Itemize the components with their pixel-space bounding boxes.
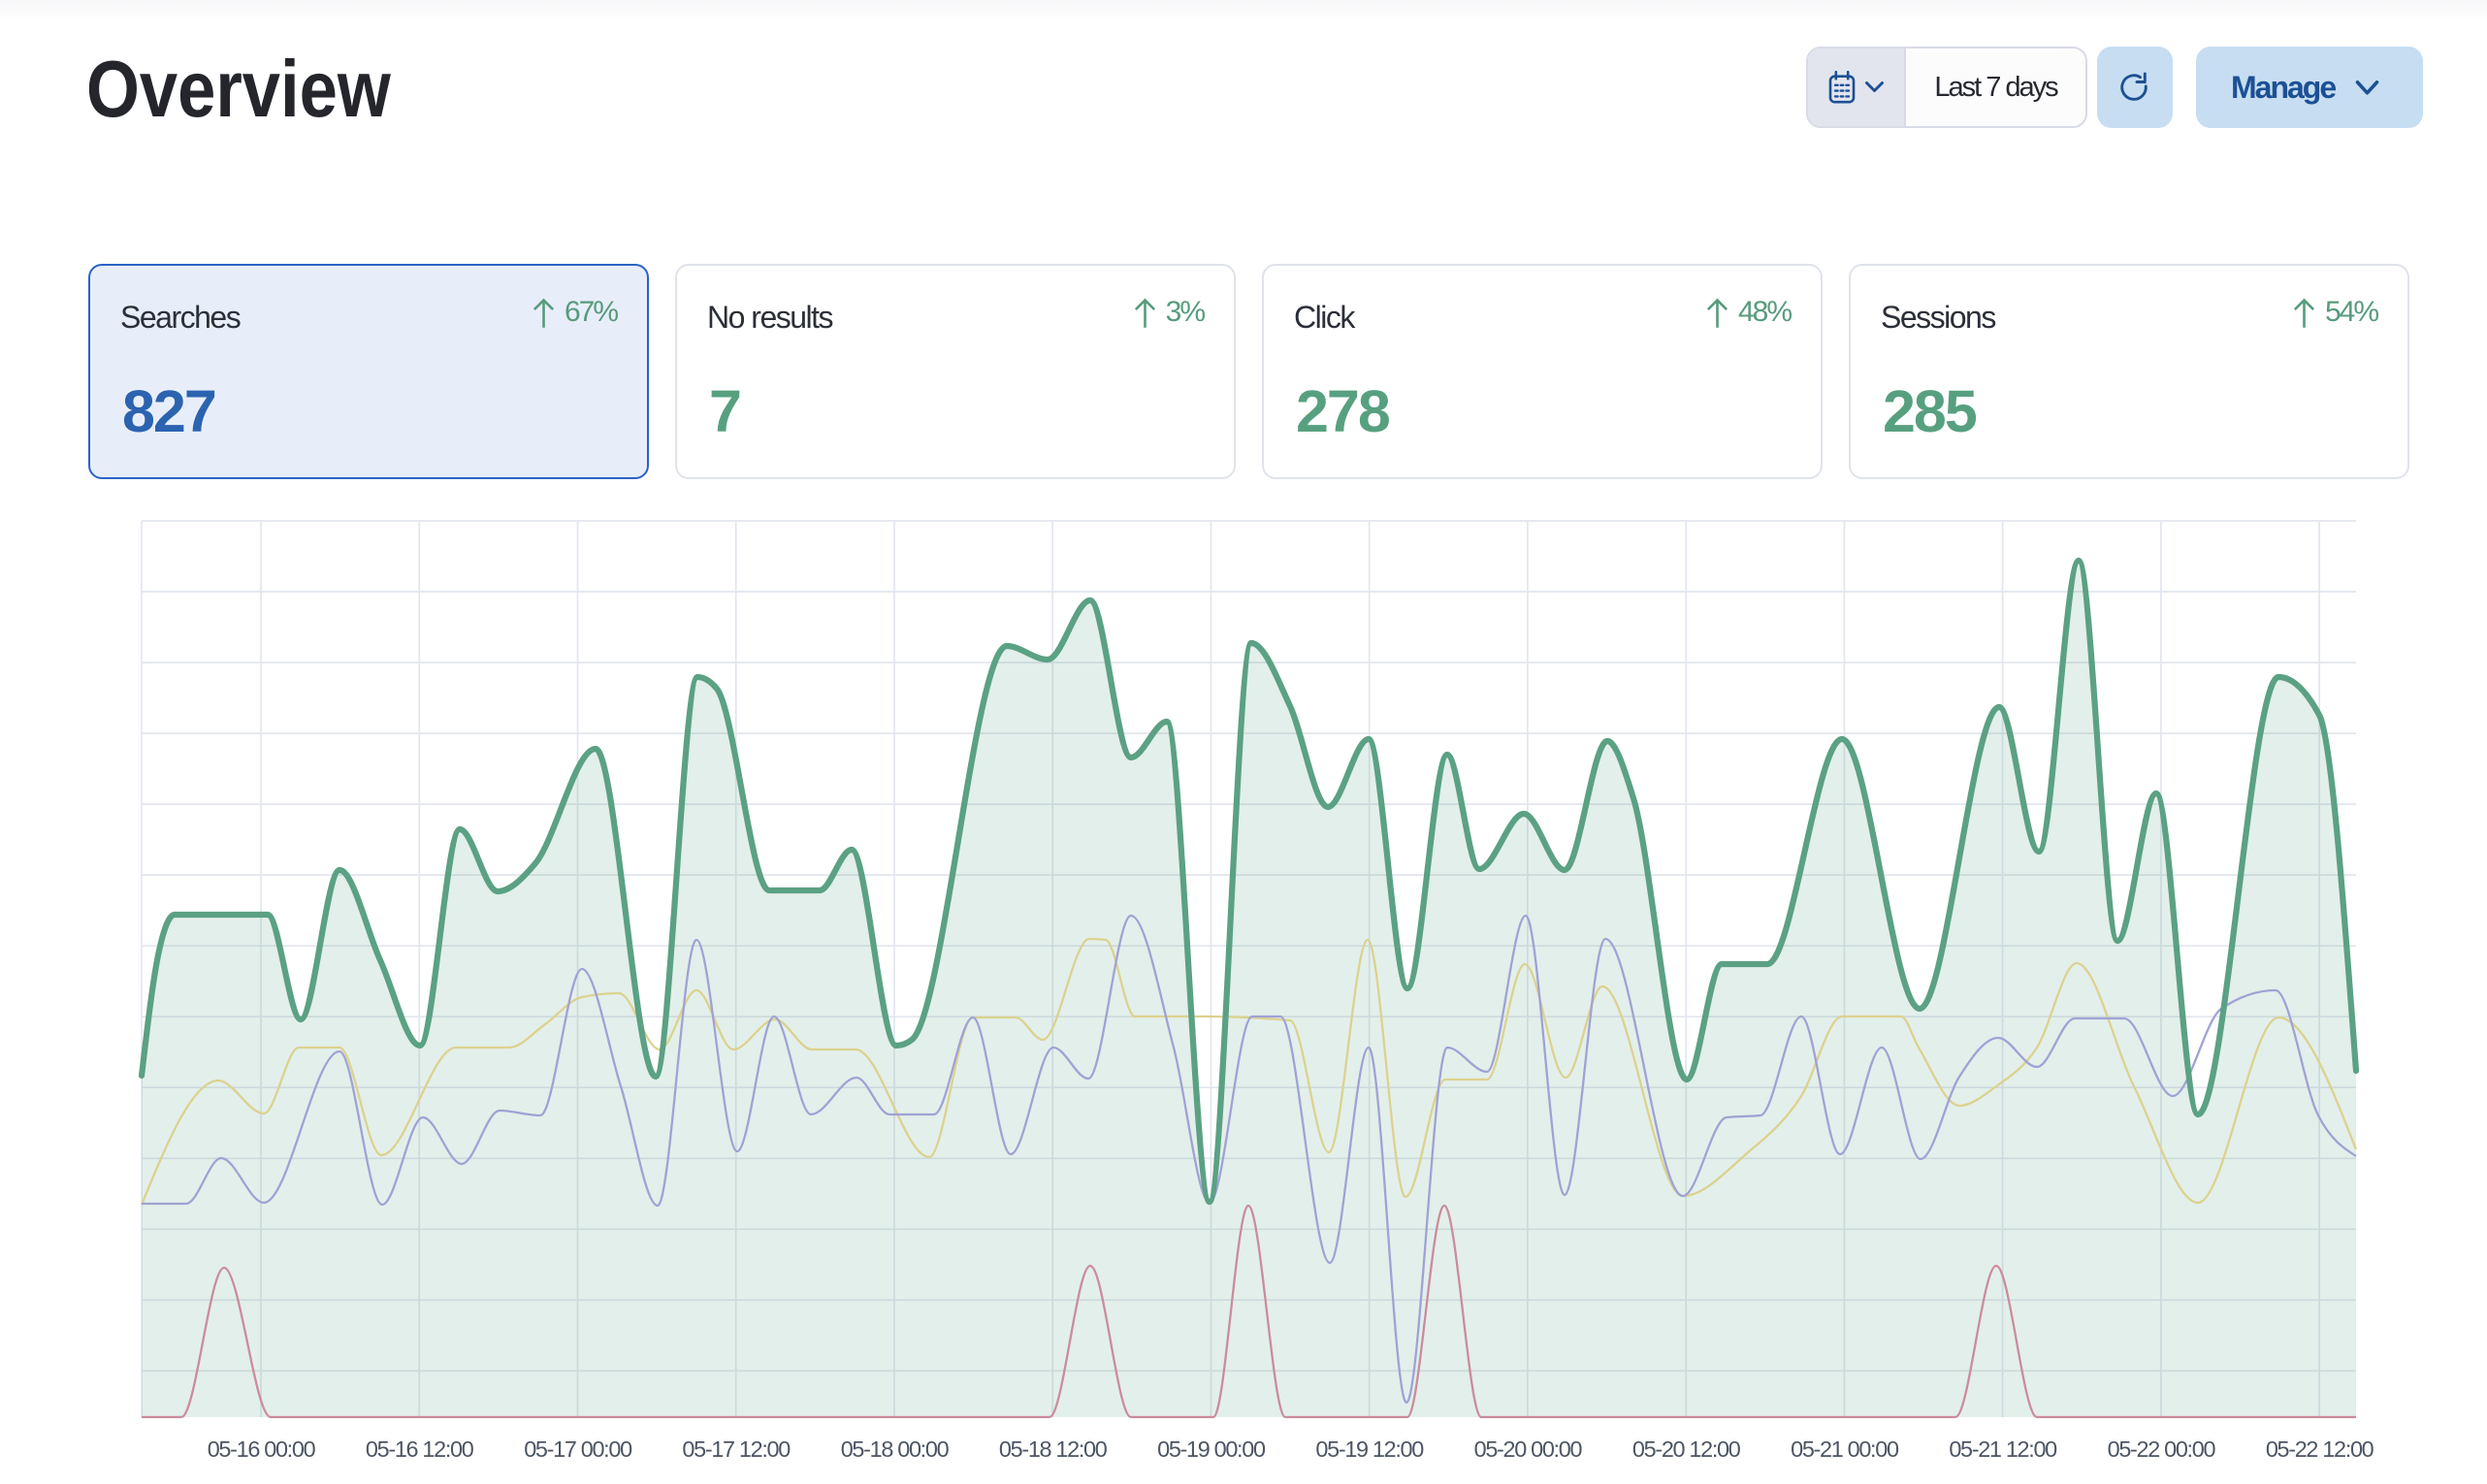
svg-text:05-19 00:00: 05-19 00:00	[1157, 1436, 1266, 1462]
svg-text:05-20 00:00: 05-20 00:00	[1474, 1436, 1583, 1462]
svg-text:05-18 12:00: 05-18 12:00	[999, 1436, 1108, 1462]
svg-text:05-22 12:00: 05-22 12:00	[2266, 1436, 2374, 1462]
svg-text:05-20 12:00: 05-20 12:00	[1632, 1436, 1741, 1462]
svg-text:05-16 00:00: 05-16 00:00	[208, 1436, 316, 1462]
svg-text:05-21 00:00: 05-21 00:00	[1791, 1436, 1899, 1462]
svg-text:05-17 12:00: 05-17 12:00	[682, 1436, 791, 1462]
svg-text:05-19 12:00: 05-19 12:00	[1315, 1436, 1424, 1462]
svg-text:05-16 12:00: 05-16 12:00	[366, 1436, 474, 1462]
svg-text:05-17 00:00: 05-17 00:00	[524, 1436, 632, 1462]
svg-text:05-22 00:00: 05-22 00:00	[2108, 1436, 2216, 1462]
svg-text:05-18 00:00: 05-18 00:00	[841, 1436, 950, 1462]
svg-text:05-21 12:00: 05-21 12:00	[1949, 1436, 2057, 1462]
